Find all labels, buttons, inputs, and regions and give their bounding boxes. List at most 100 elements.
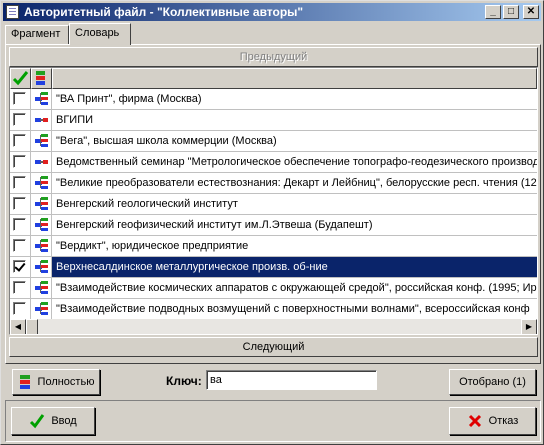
table-row[interactable]: Венгерский геологический институт bbox=[10, 194, 537, 215]
row-text[interactable]: "Взаимодействие подводных возмущений с п… bbox=[52, 299, 537, 319]
full-button[interactable]: Полностью bbox=[12, 369, 100, 395]
cancel-button[interactable]: Отказ bbox=[449, 407, 536, 435]
previous-button[interactable]: Предыдущий bbox=[9, 47, 538, 67]
row-checkbox-cell bbox=[10, 152, 31, 172]
check-icon bbox=[12, 71, 29, 86]
table-row[interactable]: "Вердикт", юридическое предприятие bbox=[10, 236, 537, 257]
row-icon-cell bbox=[31, 110, 52, 130]
row-checkbox[interactable] bbox=[13, 218, 26, 231]
maximize-button[interactable]: □ bbox=[503, 5, 519, 19]
icon-column-header[interactable] bbox=[31, 68, 52, 89]
row-checkbox[interactable] bbox=[13, 113, 26, 126]
row-checkbox[interactable] bbox=[13, 92, 26, 105]
app-icon bbox=[6, 5, 19, 19]
tab-strip: Фрагмент Словарь bbox=[5, 23, 541, 45]
row-icon-cell bbox=[31, 131, 52, 151]
authority-file-window: Авторитетный файл - "Коллективные авторы… bbox=[0, 0, 544, 445]
table-row[interactable]: Верхнесалдинское металлургическое произв… bbox=[10, 257, 537, 278]
table-row[interactable]: "Взаимодействие космических аппаратов с … bbox=[10, 278, 537, 299]
title-bar[interactable]: Авторитетный файл - "Коллективные авторы… bbox=[3, 3, 541, 21]
table-row[interactable]: "Взаимодействие подводных возмущений с п… bbox=[10, 299, 537, 320]
row-checkbox[interactable] bbox=[13, 134, 26, 147]
row-text[interactable]: Верхнесалдинское металлургическое произв… bbox=[52, 257, 537, 277]
table-row[interactable]: Ведомственный семинар "Метрологическое о… bbox=[10, 152, 537, 173]
row-text[interactable]: Венгерский геологический институт bbox=[52, 194, 537, 214]
tree-icon bbox=[35, 239, 48, 252]
row-checkbox-cell bbox=[10, 236, 31, 256]
ok-button[interactable]: Ввод bbox=[11, 407, 95, 435]
row-text[interactable]: Ведомственный семинар "Метрологическое о… bbox=[52, 152, 537, 172]
tree-icon bbox=[35, 218, 48, 231]
row-icon-cell bbox=[31, 173, 52, 193]
row-text[interactable]: "Взаимодействие космических аппаратов с … bbox=[52, 278, 537, 298]
row-checkbox[interactable] bbox=[13, 197, 26, 210]
tab-dictionary[interactable]: Словарь bbox=[69, 23, 131, 45]
tree-icon bbox=[35, 92, 48, 105]
tree-icon bbox=[36, 71, 45, 85]
table-row[interactable]: "Вега", высшая школа коммерции (Москва) bbox=[10, 131, 537, 152]
row-checkbox-cell bbox=[10, 299, 31, 319]
row-checkbox-cell bbox=[10, 173, 31, 193]
close-button[interactable]: ✕ bbox=[523, 5, 539, 19]
selected-count-button[interactable]: Отобрано (1) bbox=[449, 369, 536, 395]
row-checkbox-cell bbox=[10, 257, 31, 277]
grid-header bbox=[10, 68, 537, 89]
table-row[interactable]: Венгерский геофизический институт им.Л.Э… bbox=[10, 215, 537, 236]
scroll-left-button[interactable]: ◀ bbox=[10, 319, 26, 334]
cancel-x-icon bbox=[468, 414, 481, 428]
tree-icon bbox=[35, 302, 48, 315]
horizontal-scrollbar[interactable]: ◀ ▶ bbox=[10, 319, 537, 334]
window-title: Авторитетный файл - "Коллективные авторы… bbox=[24, 5, 304, 19]
text-column-header[interactable] bbox=[52, 68, 537, 89]
row-checkbox[interactable] bbox=[13, 281, 26, 294]
row-text[interactable]: "ВА Принт", фирма (Москва) bbox=[52, 89, 537, 109]
tree-icon bbox=[35, 281, 48, 294]
tree-icon bbox=[35, 176, 48, 189]
row-text[interactable]: "Вега", высшая школа коммерции (Москва) bbox=[52, 131, 537, 151]
tab-fragment[interactable]: Фрагмент bbox=[5, 25, 69, 44]
cancel-button-label: Отказ bbox=[488, 415, 519, 427]
ok-check-icon bbox=[30, 414, 45, 429]
scroll-thumb[interactable] bbox=[26, 319, 38, 334]
tree-icon bbox=[35, 260, 48, 273]
row-icon-cell bbox=[31, 89, 52, 109]
full-button-label: Полностью bbox=[37, 376, 95, 388]
row-icon-cell bbox=[31, 257, 52, 277]
row-text[interactable]: "Великие преобразователи естествознания:… bbox=[52, 173, 537, 193]
row-text[interactable]: "Вердикт", юридическое предприятие bbox=[52, 236, 537, 256]
row-checkbox[interactable] bbox=[13, 239, 26, 252]
row-icon-cell bbox=[31, 236, 52, 256]
tree-icon bbox=[19, 375, 30, 389]
row-icon-cell bbox=[31, 278, 52, 298]
row-checkbox[interactable] bbox=[13, 302, 26, 315]
check-column-header[interactable] bbox=[10, 68, 31, 89]
scroll-right-button[interactable]: ▶ bbox=[521, 319, 537, 334]
tree-icon bbox=[35, 134, 48, 147]
link-icon bbox=[35, 118, 48, 122]
row-text[interactable]: ВГИПИ bbox=[52, 110, 537, 130]
table-row[interactable]: "ВА Принт", фирма (Москва) bbox=[10, 89, 537, 110]
key-input[interactable] bbox=[206, 370, 377, 390]
ok-button-label: Ввод bbox=[51, 415, 77, 427]
row-checkbox-cell bbox=[10, 215, 31, 235]
row-checkbox[interactable] bbox=[13, 176, 26, 189]
next-button[interactable]: Следующий bbox=[9, 337, 538, 357]
row-text[interactable]: Венгерский геофизический институт им.Л.Э… bbox=[52, 215, 537, 235]
table-row[interactable]: "Великие преобразователи естествознания:… bbox=[10, 173, 537, 194]
table-row[interactable]: ВГИПИ bbox=[10, 110, 537, 131]
row-checkbox-cell bbox=[10, 131, 31, 151]
row-checkbox[interactable] bbox=[13, 260, 26, 273]
minimize-button[interactable]: _ bbox=[485, 5, 501, 19]
row-icon-cell bbox=[31, 194, 52, 214]
row-icon-cell bbox=[31, 152, 52, 172]
dictionary-grid: "ВА Принт", фирма (Москва) ВГИПИ "Вега", в… bbox=[9, 67, 538, 335]
row-icon-cell bbox=[31, 299, 52, 319]
row-checkbox-cell bbox=[10, 194, 31, 214]
key-label: Ключ: bbox=[166, 374, 202, 388]
row-checkbox-cell bbox=[10, 89, 31, 109]
tree-icon bbox=[35, 197, 48, 210]
link-icon bbox=[35, 160, 48, 164]
selected-count-label: Отобрано (1) bbox=[459, 376, 526, 388]
row-checkbox[interactable] bbox=[13, 155, 26, 168]
row-icon-cell bbox=[31, 215, 52, 235]
